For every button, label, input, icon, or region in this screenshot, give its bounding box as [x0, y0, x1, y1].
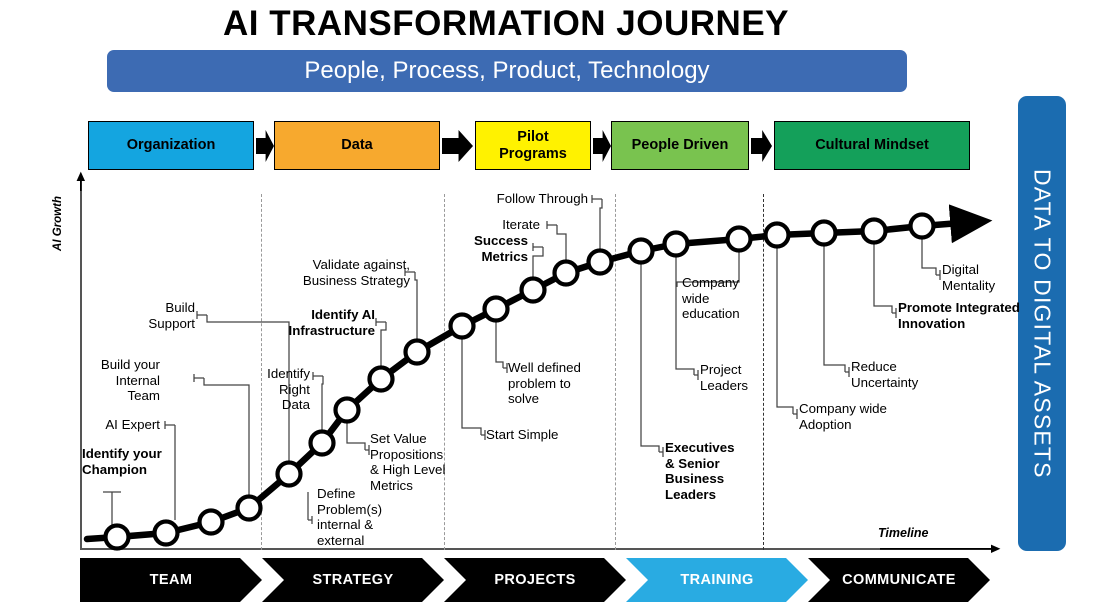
curve-node-14[interactable]: [586, 248, 614, 276]
x-axis-line: [80, 548, 995, 550]
stage-box-pilot-programs[interactable]: Pilot Programs: [475, 121, 591, 170]
annotation-define-problems: Define Problem(s) internal & external: [317, 486, 383, 548]
curve-node-15[interactable]: [627, 237, 655, 265]
curve-node-8[interactable]: [367, 365, 395, 393]
annotation-build-your-internal-team: Build your Internal Team: [100, 357, 160, 404]
leader-line-executives-senior-business-leaders: [640, 258, 664, 457]
annotation-build-support: Build Support: [148, 300, 195, 331]
y-axis-label: AI Growth: [52, 196, 64, 251]
curve-node-2[interactable]: [152, 519, 180, 547]
curve-node-6[interactable]: [308, 429, 336, 457]
stage-box-label: Pilot Programs: [499, 129, 567, 162]
curve-node-13[interactable]: [552, 259, 580, 287]
curve-node-7[interactable]: [333, 396, 361, 424]
phase-chevron-communicate[interactable]: [808, 558, 990, 602]
curve-node-9[interactable]: [403, 338, 431, 366]
curve-node-19[interactable]: [810, 219, 838, 247]
ai-transformation-journey-infographic: AI TRANSFORMATION JOURNEY People, Proces…: [0, 0, 1094, 616]
side-banner-text: DATA TO DIGITAL ASSETS: [1029, 168, 1056, 479]
curve-node-20[interactable]: [860, 217, 888, 245]
stage-arrow-3: [593, 130, 611, 162]
annotation-follow-through: Follow Through: [496, 191, 588, 206]
annotation-reduce-uncertainty: Reduce Uncertainty: [851, 359, 919, 390]
leader-line-identify-your-champion: [103, 491, 121, 525]
phase-chevron-team[interactable]: [80, 558, 262, 602]
curve-node-3[interactable]: [197, 508, 225, 536]
curve-node-11[interactable]: [482, 295, 510, 323]
stage-box-organization[interactable]: Organization: [88, 121, 254, 170]
leader-line-promote-integrated-innovation: [873, 238, 897, 318]
subtitle-banner: People, Process, Product, Technology: [107, 50, 907, 92]
curve-node-21[interactable]: [908, 212, 936, 240]
leader-line-reduce-uncertainty: [823, 240, 850, 377]
stage-box-people-driven[interactable]: People Driven: [611, 121, 749, 170]
stage-box-label: Organization: [126, 137, 216, 154]
annotation-iterate: Iterate: [502, 217, 540, 232]
leader-line-set-value-propositions: [346, 418, 370, 455]
side-banner: DATA TO DIGITAL ASSETS: [1018, 96, 1066, 551]
annotation-promote-integrated-innovation: Promote Integrated Innovation: [898, 300, 1020, 331]
annotation-identify-right-data: Identify Right Data: [267, 366, 310, 413]
annotation-company-wide-adoption: Company wide Adoption: [799, 401, 887, 432]
stage-box-data[interactable]: Data: [274, 121, 440, 170]
curve-node-10[interactable]: [448, 312, 476, 340]
subtitle-text: People, Process, Product, Technology: [304, 57, 710, 84]
leader-line-identify-right-data: [312, 372, 324, 437]
phase-chevron-training[interactable]: [626, 558, 808, 602]
phase-chevron-projects[interactable]: [444, 558, 626, 602]
stage-box-label: Data: [341, 137, 373, 154]
annotation-executives-senior-business-leaders: Executives & Senior Business Leaders: [665, 440, 735, 502]
annotation-validate-against-business-strategy: Validate against, Business Strategy: [302, 257, 410, 288]
leader-line-company-wide-adoption: [776, 242, 798, 419]
curve-node-4[interactable]: [235, 494, 263, 522]
leader-line-start-simple: [461, 333, 486, 440]
leader-line-well-defined-problem: [495, 317, 508, 373]
annotation-start-simple: Start Simple: [486, 427, 559, 442]
curve-node-1[interactable]: [103, 523, 131, 551]
annotation-identify-your-champion: Identify your Champion: [82, 446, 162, 477]
annotation-digital-mentality: Digital Mentality: [942, 262, 996, 293]
phase-chevron-strategy[interactable]: [262, 558, 444, 602]
leader-line-digital-mentality: [921, 233, 941, 280]
curve-node-12[interactable]: [519, 276, 547, 304]
leader-line-ai-expert: [164, 421, 176, 520]
annotation-identify-ai-infrastructure: Identify AI Infrastructure: [288, 307, 375, 338]
phase-separator-4: [763, 194, 764, 550]
phase-chevron-bar: [80, 558, 990, 602]
leader-line-success-metrics: [532, 243, 544, 283]
page-title: AI TRANSFORMATION JOURNEY: [222, 4, 790, 43]
leader-line-iterate: [546, 221, 567, 266]
annotation-set-value-propositions: Set Value Propositions & High Level Metr…: [370, 431, 446, 493]
curve-node-5[interactable]: [275, 460, 303, 488]
annotation-well-defined-problem: Well defined problem to solve: [508, 360, 581, 407]
curve-node-17[interactable]: [725, 225, 753, 253]
annotation-ai-expert: AI Expert: [105, 417, 160, 432]
stage-box-cultural-mindset[interactable]: Cultural Mindset: [774, 121, 970, 170]
curve-node-18[interactable]: [763, 221, 791, 249]
curve-node-16[interactable]: [662, 230, 690, 258]
leader-line-identify-ai-infrastructure: [375, 318, 387, 372]
annotation-project-leaders: Project Leaders: [700, 362, 749, 393]
stage-box-label: Cultural Mindset: [815, 137, 929, 154]
annotation-company-wide-education: Company wide education: [682, 275, 740, 322]
stage-box-label: People Driven: [631, 137, 729, 154]
leader-line-follow-through: [591, 195, 603, 255]
stage-arrow-2: [442, 130, 473, 162]
stage-arrow-4: [751, 130, 772, 162]
stage-arrow-1: [256, 130, 274, 162]
x-axis-label: Timeline: [878, 526, 929, 540]
leader-line-define-problems: [307, 492, 313, 524]
annotation-success-metrics: Success Metrics: [474, 233, 528, 264]
phase-separator-3: [615, 194, 616, 550]
